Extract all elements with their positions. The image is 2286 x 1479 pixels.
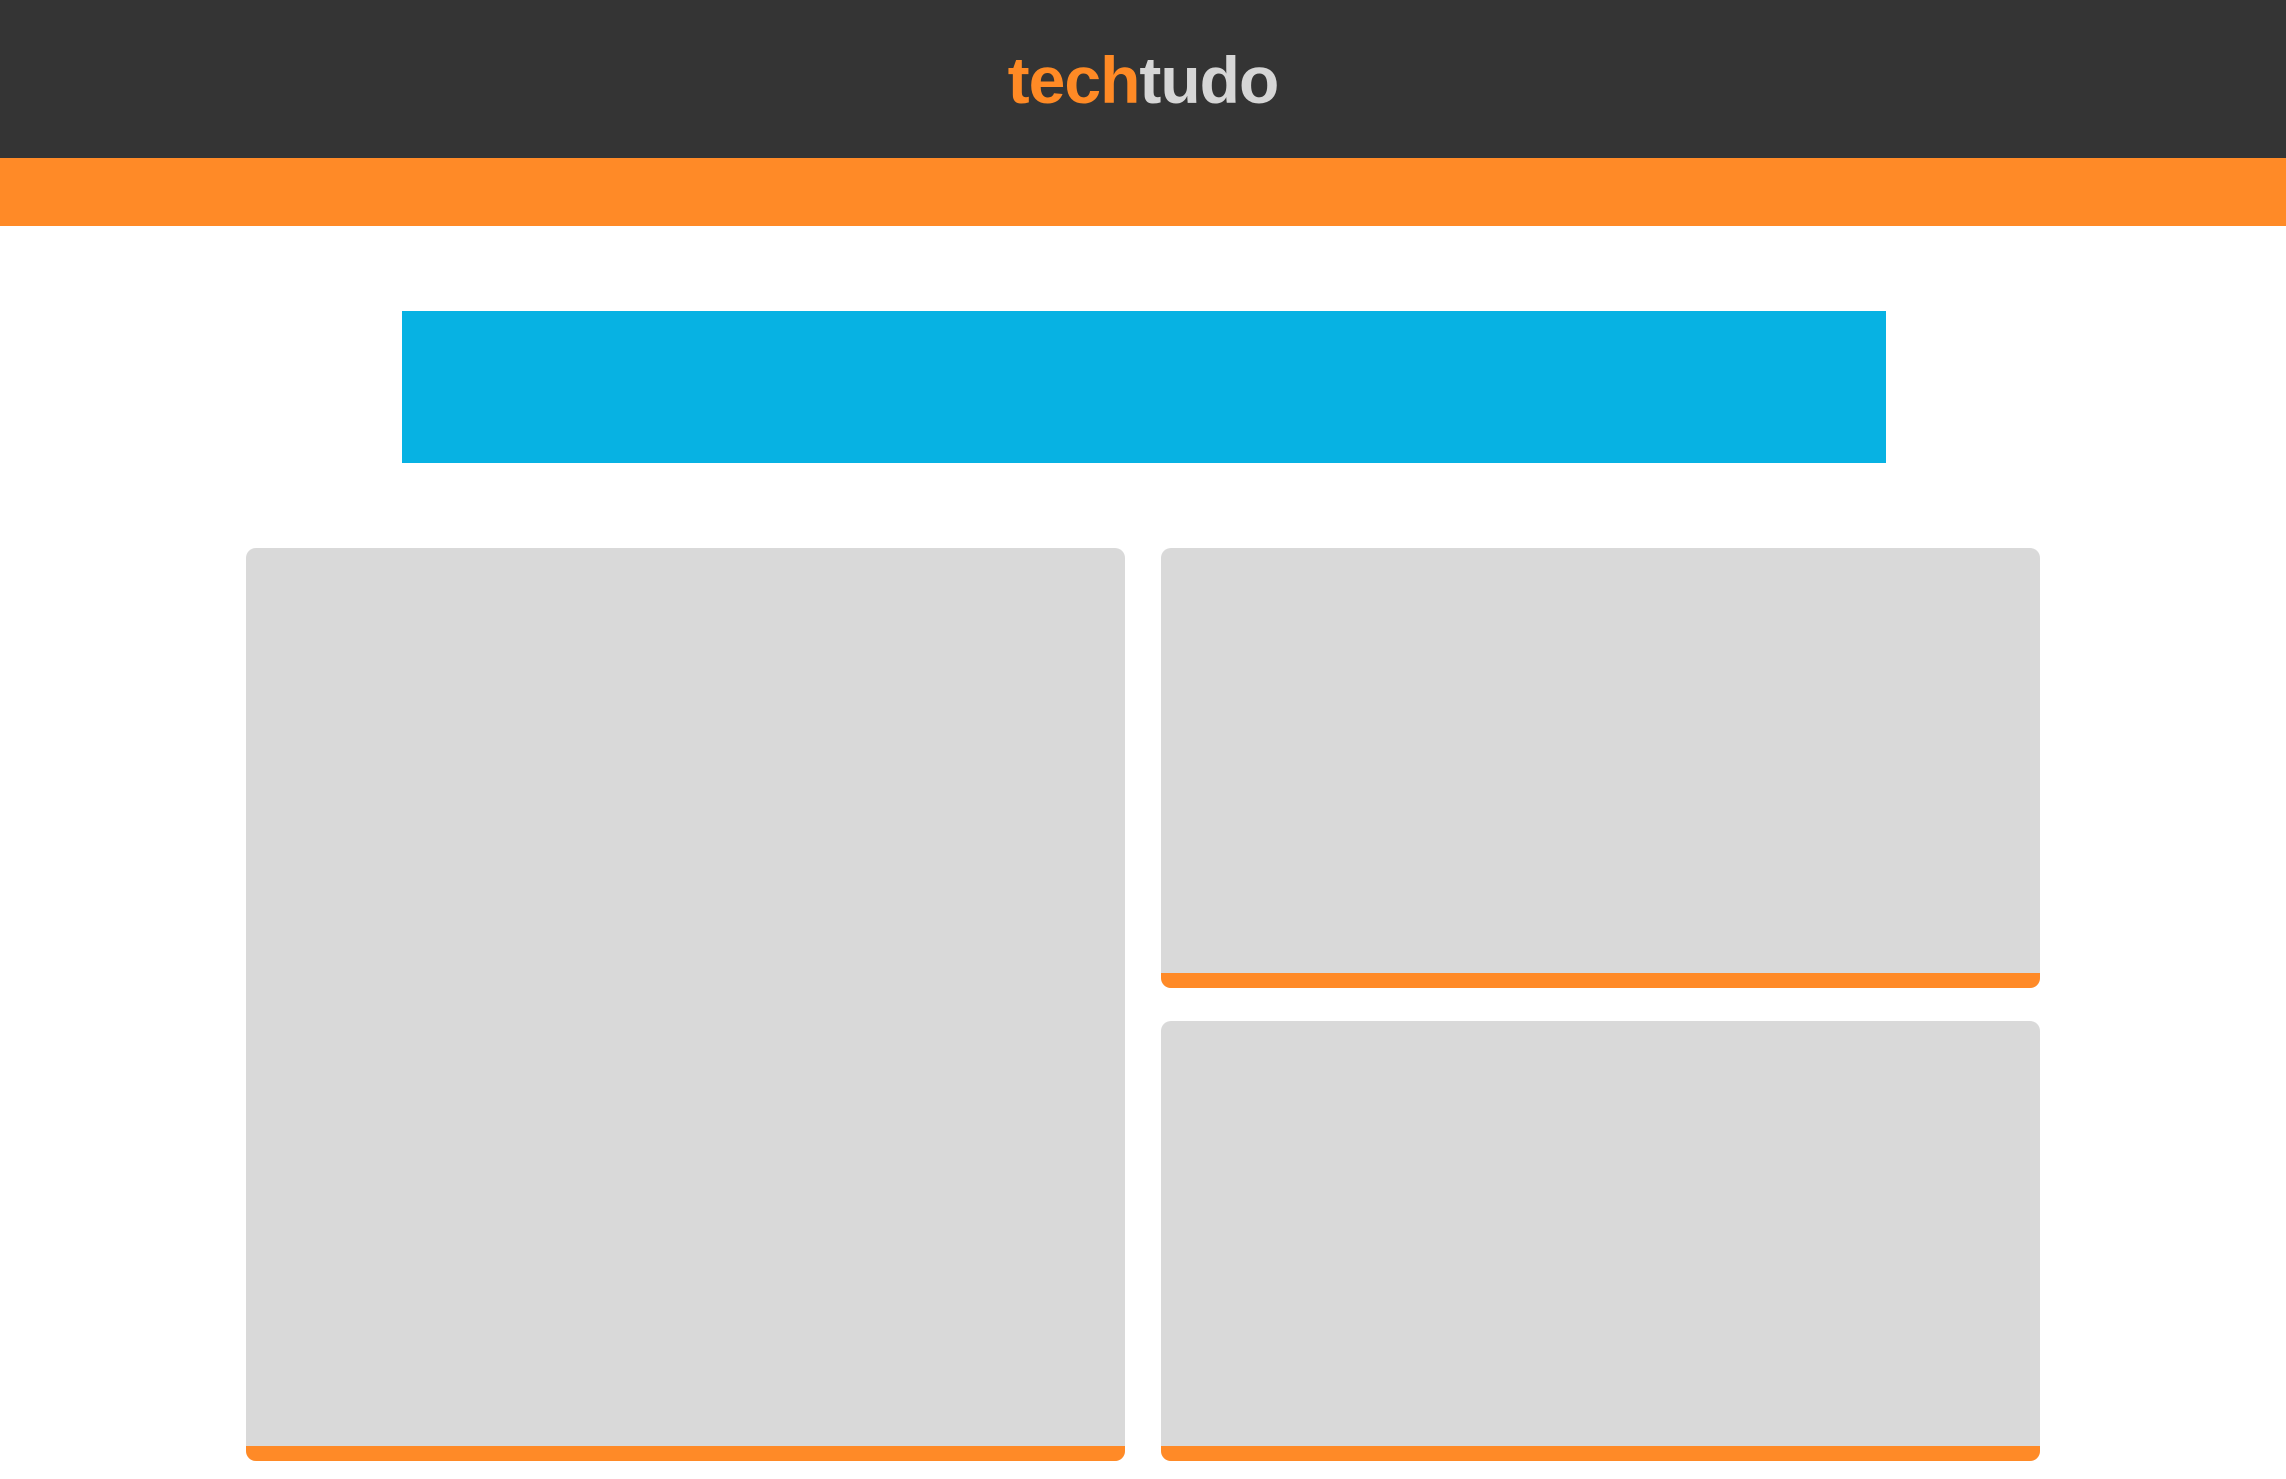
logo-text-tech: tech: [1007, 43, 1141, 117]
card-accent-bar: [1161, 973, 2040, 988]
card-accent-bar: [1161, 1446, 2040, 1461]
site-logo[interactable]: techtudo: [1008, 47, 1280, 113]
navigation-bar: [0, 158, 2286, 226]
news-card-top[interactable]: [1161, 548, 2040, 988]
top-header: techtudo: [0, 0, 2286, 158]
ad-banner[interactable]: [402, 311, 1886, 463]
featured-news-card[interactable]: [246, 548, 1125, 1461]
news-card-bottom[interactable]: [1161, 1021, 2040, 1461]
card-accent-bar: [246, 1446, 1125, 1461]
logo-text-tudo: tudo: [1139, 43, 1279, 117]
